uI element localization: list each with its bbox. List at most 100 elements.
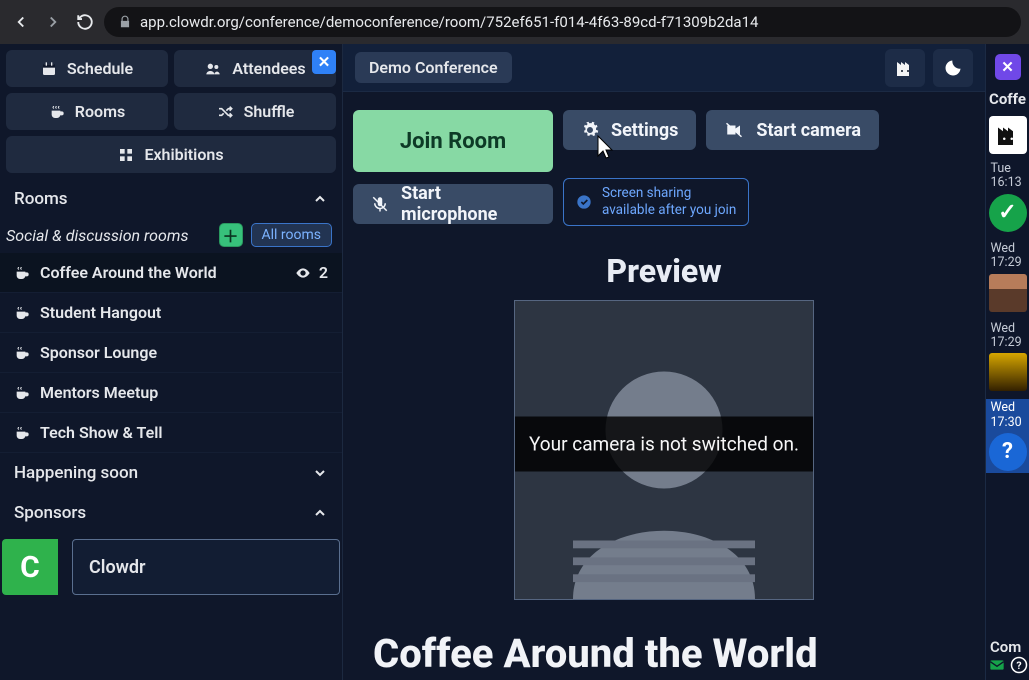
reload-icon[interactable] bbox=[72, 9, 98, 35]
sidebar-room-item[interactable]: Sponsor Lounge bbox=[0, 333, 342, 373]
sponsor-logo: C bbox=[2, 539, 58, 595]
room-label: Mentors Meetup bbox=[40, 383, 158, 402]
join-room-button[interactable]: Join Room bbox=[353, 110, 553, 172]
schedule-label: Schedule bbox=[67, 59, 133, 78]
url-bar[interactable]: app.clowdr.org/conference/democonference… bbox=[104, 7, 1021, 37]
screen-note-l1: Screen sharing bbox=[602, 185, 691, 201]
happening-soon-label: Happening soon bbox=[14, 463, 138, 483]
rooms-label: Rooms bbox=[75, 102, 125, 121]
rail-room-label: Coffe bbox=[989, 90, 1026, 108]
camera-preview: Your camera is not switched on. bbox=[514, 300, 814, 600]
sponsor-name: Clowdr bbox=[72, 539, 340, 595]
rooms-section-header[interactable]: Rooms bbox=[0, 179, 342, 219]
sidebar-room-item[interactable]: Mentors Meetup bbox=[0, 373, 342, 413]
forward-arrow-icon[interactable] bbox=[40, 9, 66, 35]
back-arrow-icon[interactable] bbox=[8, 9, 34, 35]
rooms-header-label: Rooms bbox=[14, 189, 68, 209]
main-area: Demo Conference Join Room Settings bbox=[343, 44, 985, 680]
svg-text:?: ? bbox=[1016, 659, 1021, 672]
start-camera-button[interactable]: Start camera bbox=[706, 110, 879, 150]
left-sidebar: ✕ Schedule Attendees Rooms Shuffle Exhib… bbox=[0, 44, 343, 680]
rooms-button[interactable]: Rooms bbox=[6, 93, 168, 130]
question-icon: ? bbox=[989, 433, 1027, 471]
check-circle-icon bbox=[576, 194, 592, 210]
room-label: Student Hangout bbox=[40, 303, 161, 322]
settings-label: Settings bbox=[611, 120, 678, 141]
add-room-button[interactable]: ＋ bbox=[219, 223, 243, 247]
avatar-thumb bbox=[989, 274, 1027, 312]
microphone-off-icon bbox=[371, 195, 389, 213]
chevron-up-icon bbox=[312, 505, 328, 521]
room-label: Sponsor Lounge bbox=[40, 343, 157, 362]
room-label: Coffee Around the World bbox=[40, 263, 217, 282]
exhibitions-button[interactable]: Exhibitions bbox=[6, 136, 336, 173]
sponsors-header-label: Sponsors bbox=[14, 503, 86, 523]
grid-icon bbox=[118, 147, 134, 163]
attendees-label: Attendees bbox=[232, 59, 305, 78]
screen-share-note: Screen sharing available after you join bbox=[563, 178, 749, 226]
lock-icon bbox=[118, 15, 132, 29]
browser-bar: app.clowdr.org/conference/democonference… bbox=[0, 0, 1029, 44]
rail-message-entry[interactable]: Wed 17:30 ? bbox=[986, 399, 1029, 473]
dark-mode-toggle[interactable] bbox=[933, 49, 973, 87]
shuffle-icon bbox=[216, 104, 234, 120]
coffee-icon bbox=[14, 265, 30, 281]
coffee-icon bbox=[14, 425, 30, 441]
sidebar-room-item[interactable]: Tech Show & Tell bbox=[0, 413, 342, 453]
entry-time: 17:30 bbox=[988, 416, 1022, 430]
coffee-icon bbox=[14, 305, 30, 321]
eye-icon bbox=[293, 265, 313, 281]
rail-close-button[interactable]: ✕ bbox=[995, 54, 1021, 80]
room-heading: Coffee Around the World bbox=[353, 600, 975, 677]
help-icon[interactable]: ? bbox=[1010, 656, 1028, 674]
gear-icon bbox=[581, 121, 599, 139]
camera-off-icon bbox=[724, 121, 744, 139]
start-camera-label: Start camera bbox=[756, 120, 861, 141]
chevron-up-icon bbox=[312, 191, 328, 207]
users-icon bbox=[204, 61, 222, 77]
sponsor-card[interactable]: C Clowdr bbox=[2, 539, 340, 595]
profile-icon[interactable] bbox=[885, 49, 925, 87]
rooms-subheader: Social & discussion rooms ＋ All rooms bbox=[0, 219, 342, 253]
right-rail: ✕ Coffe Tue 16:13 ✓ Wed 17:29 Wed 17:29 W… bbox=[985, 44, 1029, 680]
room-viewers: 2 bbox=[293, 263, 328, 282]
preview-title: Preview bbox=[353, 252, 975, 290]
entry-day: Tue bbox=[988, 162, 1011, 176]
happening-soon-header[interactable]: Happening soon bbox=[0, 453, 342, 493]
room-label: Tech Show & Tell bbox=[40, 423, 163, 442]
camera-off-message: Your camera is not switched on. bbox=[515, 416, 813, 471]
avatar-thumb bbox=[989, 353, 1027, 391]
sidebar-room-item[interactable]: Coffee Around the World 2 bbox=[0, 253, 342, 293]
entry-time: 17:29 bbox=[988, 256, 1022, 270]
coffee-icon bbox=[14, 385, 30, 401]
coffee-icon bbox=[14, 345, 30, 361]
sidebar-close-button[interactable]: ✕ bbox=[312, 50, 336, 74]
sponsors-header[interactable]: Sponsors bbox=[0, 493, 342, 533]
compose-label[interactable]: Com bbox=[986, 638, 1029, 656]
shuffle-button[interactable]: Shuffle bbox=[174, 93, 336, 130]
chevron-down-icon bbox=[312, 465, 328, 481]
schedule-button[interactable]: Schedule bbox=[6, 50, 168, 87]
entry-time: 17:29 bbox=[988, 336, 1022, 350]
rooms-subheader-label: Social & discussion rooms bbox=[6, 226, 188, 245]
rail-self-avatar[interactable] bbox=[989, 116, 1027, 154]
conference-chip[interactable]: Demo Conference bbox=[355, 52, 512, 83]
screen-note-l2: available after you join bbox=[602, 202, 736, 218]
all-rooms-button[interactable]: All rooms bbox=[251, 223, 333, 247]
rail-message-entry[interactable]: Wed 17:29 bbox=[986, 320, 1029, 394]
rail-message-entry[interactable]: Wed 17:29 bbox=[986, 240, 1029, 314]
start-microphone-button[interactable]: Start microphone bbox=[353, 184, 553, 224]
entry-day: Wed bbox=[988, 401, 1016, 415]
sidebar-room-item[interactable]: Student Hangout bbox=[0, 293, 342, 333]
mail-icon[interactable] bbox=[988, 657, 1006, 673]
entry-day: Wed bbox=[988, 322, 1016, 336]
settings-button[interactable]: Settings bbox=[563, 110, 696, 150]
entry-day: Wed bbox=[988, 242, 1016, 256]
rail-message-entry[interactable]: Tue 16:13 ✓ bbox=[986, 160, 1029, 234]
calendar-icon bbox=[41, 61, 57, 77]
exhibitions-label: Exhibitions bbox=[144, 145, 223, 164]
url-text: app.clowdr.org/conference/democonference… bbox=[140, 13, 758, 31]
topbar: Demo Conference bbox=[343, 44, 985, 92]
shuffle-label: Shuffle bbox=[244, 102, 295, 121]
start-microphone-label: Start microphone bbox=[401, 183, 535, 225]
